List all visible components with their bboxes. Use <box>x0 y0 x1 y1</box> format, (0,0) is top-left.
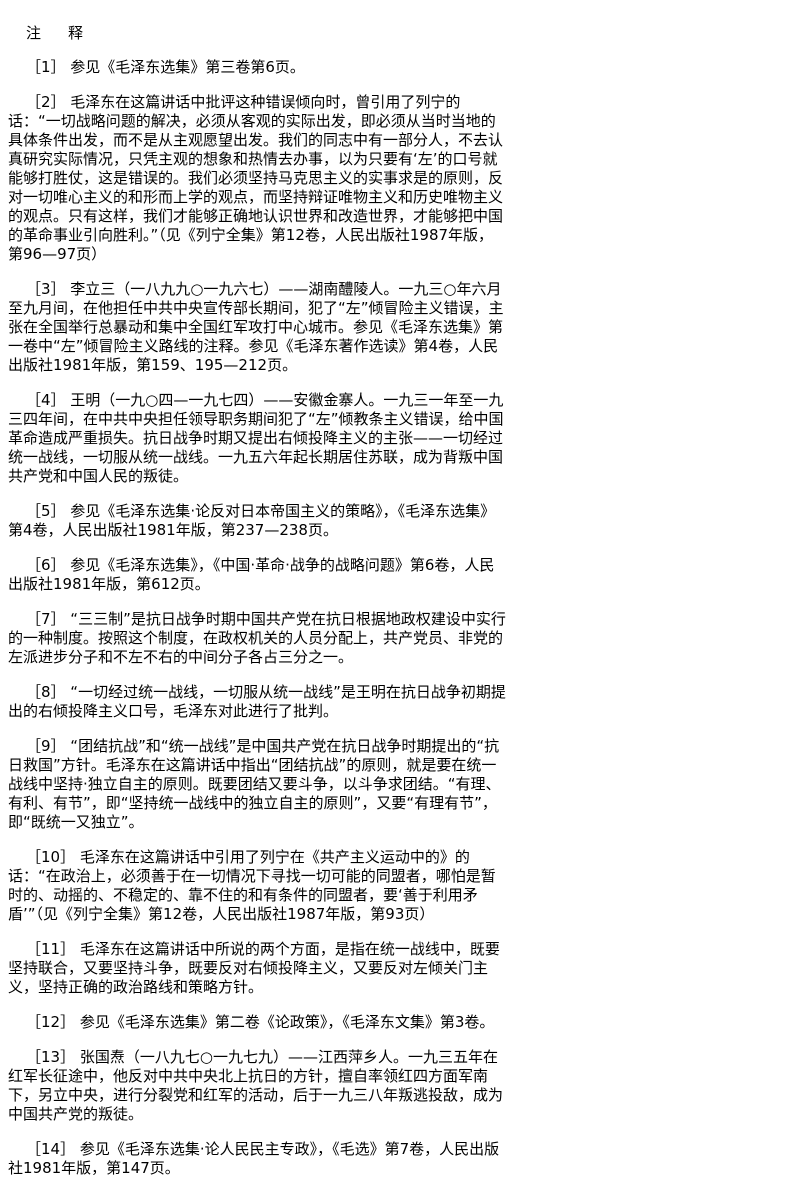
footnote-3: ［3］ 李立三（一八九九○一九六七）——湖南醴陵人。一九三○年六月至九月间，在他… <box>8 280 504 374</box>
footnote-10: ［10］ 毛泽东在这篇讲话中引用了列宁在《共产主义运动中的》的话：“在政治上，必… <box>8 848 496 923</box>
footnote-6: ［6］ 参见《毛泽东选集》，《中国·革命·战争的战略问题》第6卷，人民出版社19… <box>8 556 495 593</box>
footnote-8: ［8］ “一切经过统一战线，一切服从统一战线”是王明在抗日战争初期提出的右倾投降… <box>8 683 506 720</box>
footnote-11: ［11］ 毛泽东在这篇讲话中所说的两个方面，是指在统一战线中，既要坚持联合，又要… <box>8 940 500 996</box>
footnote-4: ［4］ 王明（一九○四—一九七四）——安徽金寨人。一九三一年至一九三四年间，在中… <box>8 391 504 485</box>
footnote-1: ［1］ 参见《毛泽东选集》第三卷第6页。 <box>26 58 305 76</box>
footnote-12: ［12］ 参见《毛泽东选集》第二卷《论政策》，《毛泽东文集》第3卷。 <box>26 1013 495 1031</box>
footnote-2: ［2］ 毛泽东在这篇讲话中批评这种错误倾向时，曾引用了列宁的话：“一切战略问题的… <box>8 93 504 263</box>
footnote-5: ［5］ 参见《毛泽东选集·论反对日本帝国主义的策略》，《毛泽东选集》第4卷，人民… <box>8 502 496 539</box>
footnote-9: ［9］ “团结抗战”和“统一战线”是中国共产党在抗日战争时期提出的“抗日救国”方… <box>8 737 501 831</box>
footnote-13: ［13］ 张国焘（一八九七○一九七九）——江西萍乡人。一九三五年在红军长征途中，… <box>8 1048 504 1123</box>
document-page: 注 释 ［1］ 参见《毛泽东选集》第三卷第6页。 ［2］ 毛泽东在这篇讲话中批评… <box>0 0 785 1177</box>
notes-list: ［1］ 参见《毛泽东选集》第三卷第6页。 ［2］ 毛泽东在这篇讲话中批评这种错误… <box>8 58 785 1178</box>
footnote-14: ［14］ 参见《毛泽东选集·论人民民主专政》，《毛选》第7卷，人民出版社1981… <box>8 1140 500 1177</box>
section-heading: 注 释 <box>26 24 90 42</box>
footnote-7: ［7］ “三三制”是抗日战争时期中国共产党在抗日根据地政权建设中实行的一种制度。… <box>8 610 506 666</box>
